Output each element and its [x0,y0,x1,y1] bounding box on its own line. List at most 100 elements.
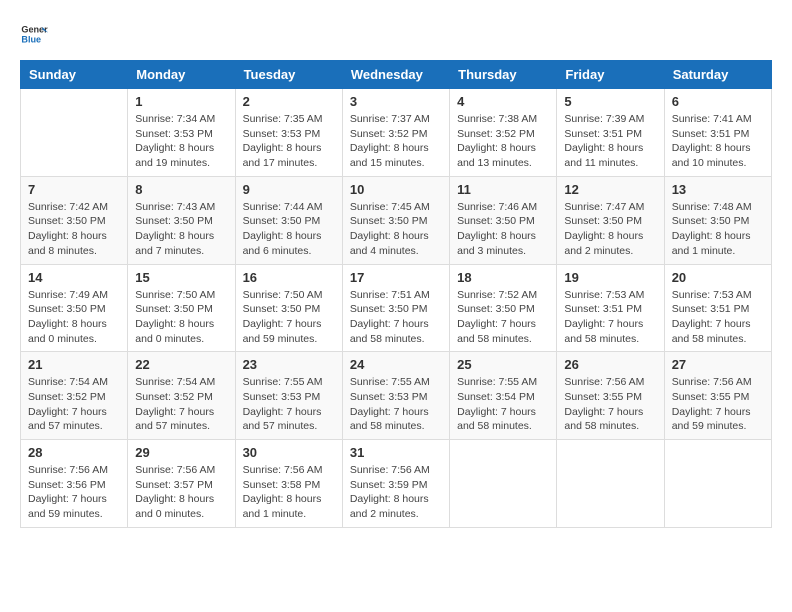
day-info: Sunrise: 7:56 AM Sunset: 3:58 PM Dayligh… [243,463,335,522]
day-info: Sunrise: 7:56 AM Sunset: 3:59 PM Dayligh… [350,463,442,522]
calendar-day-cell: 29 Sunrise: 7:56 AM Sunset: 3:57 PM Dayli… [128,440,235,528]
day-info: Sunrise: 7:56 AM Sunset: 3:56 PM Dayligh… [28,463,120,522]
weekday-header-cell: Wednesday [342,61,449,89]
day-info: Sunrise: 7:41 AM Sunset: 3:51 PM Dayligh… [672,112,764,171]
day-info: Sunrise: 7:56 AM Sunset: 3:55 PM Dayligh… [564,375,656,434]
calendar-day-cell: 20Sunrise: 7:53 AM Sunset: 3:51 PM Dayli… [664,264,771,352]
calendar-day-cell: 1 Sunrise: 7:34 AM Sunset: 3:53 PM Daylig… [128,89,235,177]
day-info: Sunrise: 7:53 AM Sunset: 3:51 PM Dayligh… [672,288,764,347]
day-number: 25 [457,357,549,372]
day-number: 26 [564,357,656,372]
calendar-week-row: 1 Sunrise: 7:34 AM Sunset: 3:53 PM Daylig… [21,89,772,177]
day-info: Sunrise: 7:46 AM Sunset: 3:50 PM Dayligh… [457,200,549,259]
day-number: 3 [350,94,442,109]
day-info: Sunrise: 7:50 AM Sunset: 3:50 PM Dayligh… [243,288,335,347]
calendar-week-row: 21 Sunrise: 7:54 AM Sunset: 3:52 PM Dayli… [21,352,772,440]
calendar-day-cell: 16 Sunrise: 7:50 AM Sunset: 3:50 PM Dayli… [235,264,342,352]
day-info: Sunrise: 7:55 AM Sunset: 3:53 PM Dayligh… [350,375,442,434]
day-number: 24 [350,357,442,372]
calendar-week-row: 7Sunrise: 7:42 AM Sunset: 3:50 PM Daylig… [21,176,772,264]
calendar-day-cell: 23 Sunrise: 7:55 AM Sunset: 3:53 PM Dayli… [235,352,342,440]
day-info: Sunrise: 7:45 AM Sunset: 3:50 PM Dayligh… [350,200,442,259]
calendar-day-cell: 6Sunrise: 7:41 AM Sunset: 3:51 PM Daylig… [664,89,771,177]
day-number: 19 [564,270,656,285]
calendar-day-cell: 17 Sunrise: 7:51 AM Sunset: 3:50 PM Dayli… [342,264,449,352]
day-number: 22 [135,357,227,372]
weekday-header-row: SundayMondayTuesdayWednesdayThursdayFrid… [21,61,772,89]
calendar-day-cell: 18 Sunrise: 7:52 AM Sunset: 3:50 PM Dayli… [450,264,557,352]
day-info: Sunrise: 7:56 AM Sunset: 3:57 PM Dayligh… [135,463,227,522]
logo-icon: General Blue [20,20,48,48]
day-number: 8 [135,182,227,197]
weekday-header-cell: Sunday [21,61,128,89]
calendar-day-cell: 30 Sunrise: 7:56 AM Sunset: 3:58 PM Dayli… [235,440,342,528]
day-number: 21 [28,357,120,372]
calendar-day-cell: 15Sunrise: 7:50 AM Sunset: 3:50 PM Dayli… [128,264,235,352]
weekday-header-cell: Tuesday [235,61,342,89]
day-info: Sunrise: 7:34 AM Sunset: 3:53 PM Dayligh… [135,112,227,171]
calendar-week-row: 14 Sunrise: 7:49 AM Sunset: 3:50 PM Dayli… [21,264,772,352]
svg-text:Blue: Blue [21,34,41,44]
day-number: 28 [28,445,120,460]
day-number: 17 [350,270,442,285]
day-info: Sunrise: 7:48 AM Sunset: 3:50 PM Dayligh… [672,200,764,259]
calendar-day-cell: 3 Sunrise: 7:37 AM Sunset: 3:52 PM Daylig… [342,89,449,177]
day-number: 10 [350,182,442,197]
day-info: Sunrise: 7:54 AM Sunset: 3:52 PM Dayligh… [28,375,120,434]
day-info: Sunrise: 7:53 AM Sunset: 3:51 PM Dayligh… [564,288,656,347]
weekday-header-cell: Friday [557,61,664,89]
calendar-day-cell: 5 Sunrise: 7:39 AM Sunset: 3:51 PM Daylig… [557,89,664,177]
calendar-day-cell [664,440,771,528]
day-info: Sunrise: 7:37 AM Sunset: 3:52 PM Dayligh… [350,112,442,171]
calendar-table: SundayMondayTuesdayWednesdayThursdayFrid… [20,60,772,528]
day-info: Sunrise: 7:39 AM Sunset: 3:51 PM Dayligh… [564,112,656,171]
day-number: 4 [457,94,549,109]
day-number: 27 [672,357,764,372]
day-number: 1 [135,94,227,109]
calendar-day-cell: 31 Sunrise: 7:56 AM Sunset: 3:59 PM Dayli… [342,440,449,528]
calendar-week-row: 28 Sunrise: 7:56 AM Sunset: 3:56 PM Dayli… [21,440,772,528]
calendar-day-cell: 22 Sunrise: 7:54 AM Sunset: 3:52 PM Dayli… [128,352,235,440]
day-number: 15 [135,270,227,285]
logo: General Blue [20,20,52,48]
calendar-body: 1 Sunrise: 7:34 AM Sunset: 3:53 PM Daylig… [21,89,772,528]
day-number: 9 [243,182,335,197]
day-info: Sunrise: 7:55 AM Sunset: 3:53 PM Dayligh… [243,375,335,434]
calendar-day-cell: 13 Sunrise: 7:48 AM Sunset: 3:50 PM Dayli… [664,176,771,264]
day-number: 31 [350,445,442,460]
calendar-day-cell: 25 Sunrise: 7:55 AM Sunset: 3:54 PM Dayli… [450,352,557,440]
calendar-day-cell: 10 Sunrise: 7:45 AM Sunset: 3:50 PM Dayli… [342,176,449,264]
calendar-day-cell: 8Sunrise: 7:43 AM Sunset: 3:50 PM Daylig… [128,176,235,264]
calendar-day-cell: 4 Sunrise: 7:38 AM Sunset: 3:52 PM Daylig… [450,89,557,177]
day-number: 29 [135,445,227,460]
day-info: Sunrise: 7:35 AM Sunset: 3:53 PM Dayligh… [243,112,335,171]
day-number: 5 [564,94,656,109]
day-number: 13 [672,182,764,197]
day-number: 18 [457,270,549,285]
day-number: 16 [243,270,335,285]
calendar-day-cell: 9 Sunrise: 7:44 AM Sunset: 3:50 PM Daylig… [235,176,342,264]
day-number: 11 [457,182,549,197]
calendar-day-cell: 28 Sunrise: 7:56 AM Sunset: 3:56 PM Dayli… [21,440,128,528]
calendar-day-cell: 21 Sunrise: 7:54 AM Sunset: 3:52 PM Dayli… [21,352,128,440]
day-info: Sunrise: 7:49 AM Sunset: 3:50 PM Dayligh… [28,288,120,347]
day-info: Sunrise: 7:52 AM Sunset: 3:50 PM Dayligh… [457,288,549,347]
calendar-day-cell: 11 Sunrise: 7:46 AM Sunset: 3:50 PM Dayli… [450,176,557,264]
day-info: Sunrise: 7:42 AM Sunset: 3:50 PM Dayligh… [28,200,120,259]
day-info: Sunrise: 7:38 AM Sunset: 3:52 PM Dayligh… [457,112,549,171]
calendar-day-cell: 24 Sunrise: 7:55 AM Sunset: 3:53 PM Dayli… [342,352,449,440]
day-info: Sunrise: 7:54 AM Sunset: 3:52 PM Dayligh… [135,375,227,434]
weekday-header-cell: Thursday [450,61,557,89]
weekday-header-cell: Saturday [664,61,771,89]
day-info: Sunrise: 7:44 AM Sunset: 3:50 PM Dayligh… [243,200,335,259]
calendar-day-cell: 27Sunrise: 7:56 AM Sunset: 3:55 PM Dayli… [664,352,771,440]
day-info: Sunrise: 7:55 AM Sunset: 3:54 PM Dayligh… [457,375,549,434]
day-number: 23 [243,357,335,372]
day-info: Sunrise: 7:51 AM Sunset: 3:50 PM Dayligh… [350,288,442,347]
day-info: Sunrise: 7:47 AM Sunset: 3:50 PM Dayligh… [564,200,656,259]
day-number: 14 [28,270,120,285]
calendar-day-cell: 19 Sunrise: 7:53 AM Sunset: 3:51 PM Dayli… [557,264,664,352]
day-number: 12 [564,182,656,197]
day-number: 30 [243,445,335,460]
calendar-day-cell [21,89,128,177]
